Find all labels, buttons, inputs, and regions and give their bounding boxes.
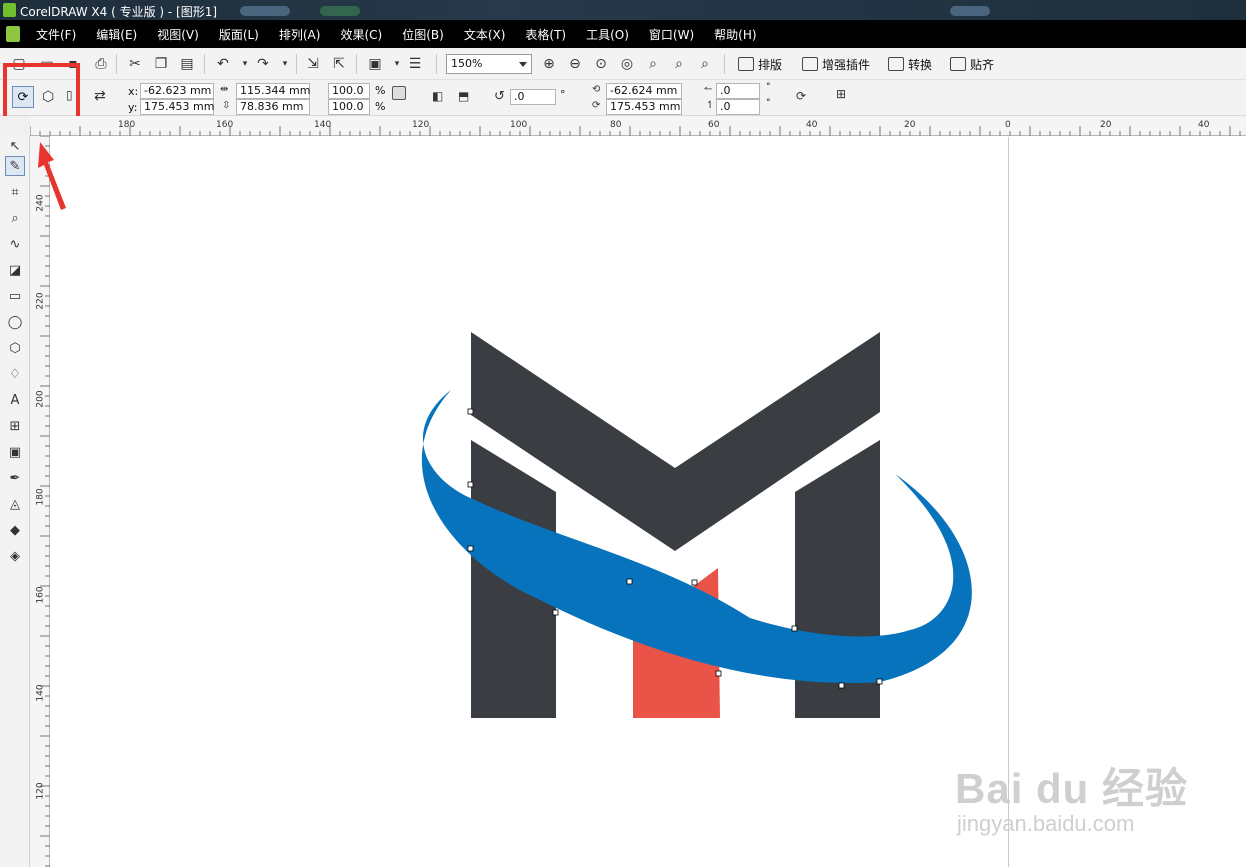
baidu-watermark: Bai du 经验 jingyan.baidu.com	[955, 755, 1189, 836]
watermark-url: jingyan.baidu.com	[957, 811, 1135, 836]
coreldraw-window: CorelDRAW X4 ( 专业版 ) - [图形1] 文件(F) 编辑(E)…	[0, 0, 1246, 867]
logo-artwork[interactable]	[0, 0, 1246, 867]
watermark-brand: Bai du 经验	[955, 765, 1189, 812]
red-arrow-annotation	[38, 142, 66, 210]
